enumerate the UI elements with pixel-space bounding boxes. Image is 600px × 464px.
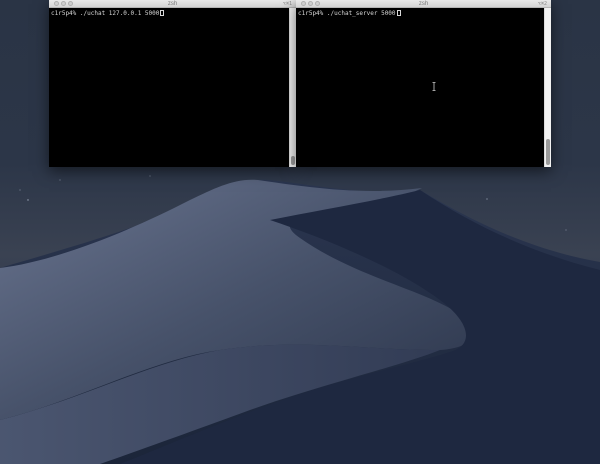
window-shortcut-label: ⌥⌘2 (537, 1, 547, 7)
terminal-window-server[interactable]: zsh ⌥⌘2 c1r5p4% ./uchat_server 5000 (296, 0, 551, 167)
window-title: zsh (418, 1, 429, 7)
window-title: zsh (167, 1, 178, 7)
terminal-prompt-line: c1r5p4% ./uchat_server 5000 (298, 10, 401, 17)
text-cursor-icon (396, 10, 401, 16)
terminal-prompt-line: c1r5p4% ./uchat 127.0.0.1 5000 (51, 10, 165, 17)
terminal-body[interactable]: c1r5p4% ./uchat 127.0.0.1 5000 (49, 8, 289, 167)
window-titlebar[interactable]: zsh ⌥⌘1 (49, 0, 296, 8)
scrollbar-thumb[interactable] (546, 139, 550, 165)
desktop: zsh ⌥⌘1 c1r5p4% ./uchat 127.0.0.1 5000 z… (0, 0, 600, 464)
window-shortcut-label: ⌥⌘1 (282, 1, 292, 7)
scrollbar-thumb[interactable] (291, 156, 295, 165)
command-text: c1r5p4% ./uchat 127.0.0.1 5000 (51, 10, 160, 17)
vertical-scrollbar[interactable] (544, 8, 551, 167)
text-cursor-icon (160, 10, 165, 16)
window-titlebar[interactable]: zsh ⌥⌘2 (296, 0, 551, 8)
terminal-body[interactable]: c1r5p4% ./uchat_server 5000 (296, 8, 544, 167)
command-text: c1r5p4% ./uchat_server 5000 (298, 10, 396, 17)
vertical-scrollbar[interactable] (289, 8, 296, 167)
terminal-window-client[interactable]: zsh ⌥⌘1 c1r5p4% ./uchat 127.0.0.1 5000 (49, 0, 296, 167)
ibeam-cursor-icon (432, 82, 436, 91)
